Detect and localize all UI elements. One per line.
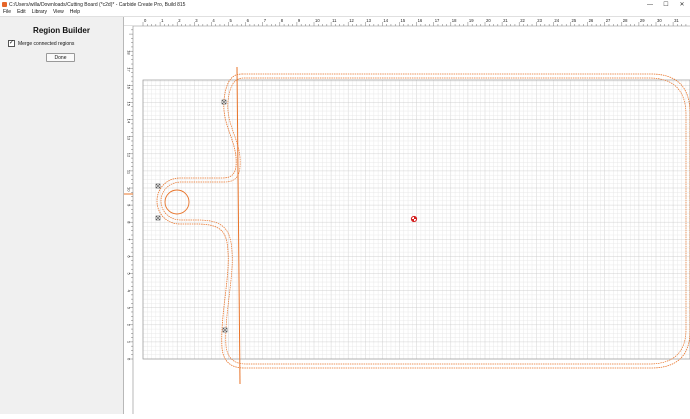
merge-regions-checkbox[interactable] xyxy=(8,39,15,47)
ruler-label: 26 xyxy=(589,18,594,23)
ruler-label: 20 xyxy=(486,18,491,23)
done-button[interactable]: Done xyxy=(46,53,75,62)
ruler-label: 22 xyxy=(520,18,525,23)
ruler-label: 15 xyxy=(401,18,406,23)
minimize-button[interactable]: — xyxy=(642,0,658,9)
design-canvas-area[interactable]: 0 1 2 3 4 5 6 7 8 9 10 11 12 13 14 15 16 17 18 19 20 21 22 23 24… xyxy=(124,17,690,414)
panel-title: Region Builder xyxy=(33,26,90,35)
ruler-label: 18 xyxy=(127,50,132,55)
window-controls: — ☐ ✕ xyxy=(642,0,690,9)
ruler-label: 15 xyxy=(127,102,132,107)
ruler-label: 10 xyxy=(127,187,132,192)
ruler-label: 31 xyxy=(674,18,679,23)
ruler-label: 21 xyxy=(503,18,508,23)
menu-edit[interactable]: Edit xyxy=(14,9,29,16)
ruler-label: 16 xyxy=(418,18,423,23)
center-marker-icon xyxy=(410,215,418,223)
ruler-label: 12 xyxy=(127,153,132,158)
ruler-label: 19 xyxy=(469,18,474,23)
menu-help[interactable]: Help xyxy=(67,9,83,16)
window-title: C:/Users/willa/Downloads/Cutting Board (… xyxy=(9,1,186,8)
node-handle[interactable] xyxy=(222,327,228,333)
ruler-label: 13 xyxy=(127,136,132,141)
ruler-label: 11 xyxy=(332,18,337,23)
ruler-label: 18 xyxy=(452,18,457,23)
ruler-label: 29 xyxy=(640,18,645,23)
ruler-label: 14 xyxy=(383,18,388,23)
ruler-label: 14 xyxy=(127,119,132,124)
node-handle[interactable] xyxy=(155,183,161,189)
node-handle[interactable] xyxy=(155,215,161,221)
ruler-label: 10 xyxy=(315,18,320,23)
ruler-label: 23 xyxy=(537,18,542,23)
node-handle[interactable] xyxy=(221,99,227,105)
ruler-label: 30 xyxy=(657,18,662,23)
close-button[interactable]: ✕ xyxy=(674,0,690,9)
menu-library[interactable]: Library xyxy=(29,9,50,16)
app-icon xyxy=(2,2,7,7)
design-canvas[interactable]: 0 1 2 3 4 5 6 7 8 9 10 11 12 13 14 15 16 17 18 19 20 21 22 23 24… xyxy=(124,17,690,414)
title-bar: C:/Users/willa/Downloads/Cutting Board (… xyxy=(0,0,690,9)
ruler-label: 16 xyxy=(127,84,132,89)
region-builder-panel: Region Builder Merge connected regions D… xyxy=(0,17,124,414)
menu-file[interactable]: File xyxy=(0,9,14,16)
maximize-button[interactable]: ☐ xyxy=(658,0,674,9)
canvas-background xyxy=(124,17,690,414)
ruler-label: 27 xyxy=(606,18,611,23)
ruler-label: 13 xyxy=(366,18,371,23)
ruler-label: 17 xyxy=(127,67,132,72)
merge-regions-label: Merge connected regions xyxy=(18,40,75,47)
menu-view[interactable]: View xyxy=(50,9,67,16)
menu-bar: File Edit Library View Help xyxy=(0,9,690,17)
merge-regions-option[interactable]: Merge connected regions xyxy=(8,39,75,47)
ruler-label: 17 xyxy=(435,18,440,23)
ruler-label: 12 xyxy=(349,18,354,23)
ruler-label: 28 xyxy=(623,18,628,23)
ruler-label: 24 xyxy=(554,18,559,23)
ruler-label: 25 xyxy=(572,18,577,23)
